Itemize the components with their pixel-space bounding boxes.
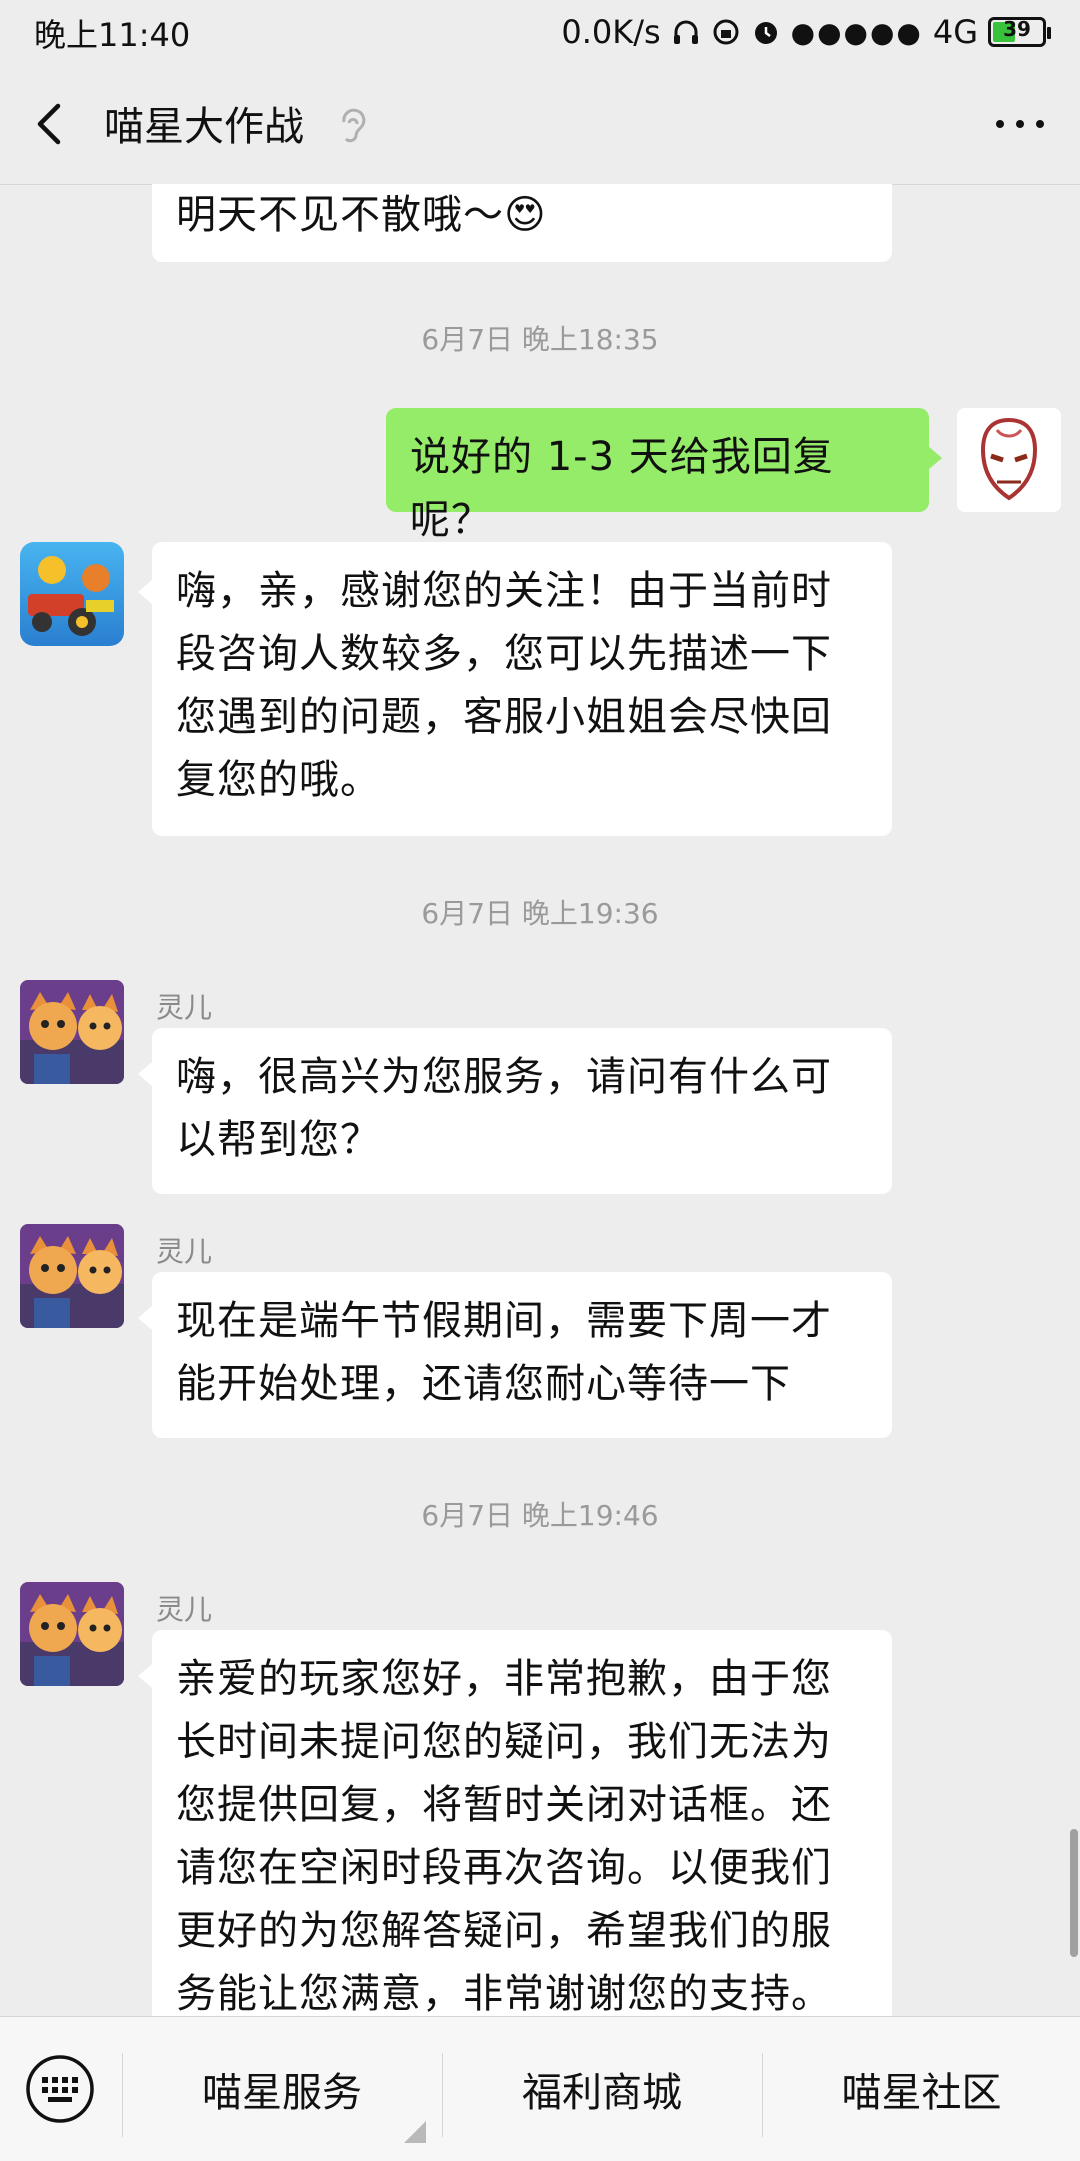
network-type: 4G bbox=[932, 13, 978, 51]
keyboard-icon[interactable] bbox=[24, 2053, 96, 2125]
net-speed: 0.0K/s bbox=[561, 13, 661, 51]
battery-icon: 39 bbox=[988, 17, 1051, 47]
sender-name: 灵儿 bbox=[156, 1593, 213, 1626]
cat-avatar-icon bbox=[20, 980, 124, 1084]
agent-avatar[interactable] bbox=[20, 1582, 124, 1686]
message-timestamp: 6月7日 晚上18:35 bbox=[421, 323, 659, 356]
bubble-tail bbox=[138, 1306, 152, 1330]
bubble-tail bbox=[928, 446, 942, 470]
message-bubble[interactable]: 嗨，很高兴为您服务，请问有什么可以帮到您？ bbox=[152, 1028, 892, 1194]
chat-title: 喵星大作战 bbox=[104, 104, 304, 150]
message-text: 现在是端午节假期间，需要下周一才能开始处理，还请您耐心等待一下 bbox=[176, 1298, 832, 1407]
submenu-indicator bbox=[404, 2121, 426, 2143]
nav-bar: 喵星大作战 bbox=[0, 64, 1080, 185]
rotation-lock-icon bbox=[713, 19, 739, 45]
bubble-tail bbox=[138, 1664, 152, 1688]
alarm-icon bbox=[754, 22, 777, 44]
message-text: 嗨，亲，感谢您的关注！由于当前时段咨询人数较多，您可以先描述一下您遇到的问题，客… bbox=[176, 568, 832, 803]
message-bubble-sent[interactable]: 说好的 1-3 天给我回复呢？ bbox=[386, 408, 929, 543]
message-text: 说好的 1-3 天给我回复呢？ bbox=[410, 434, 834, 543]
agent-avatar[interactable] bbox=[20, 1224, 124, 1328]
my-avatar[interactable] bbox=[957, 408, 1061, 512]
message-timestamp: 6月7日 晚上19:46 bbox=[421, 1499, 659, 1532]
status-time: 晚上11:40 bbox=[34, 16, 191, 54]
bubble-tail bbox=[138, 580, 152, 604]
status-icons: 0.0K/s ●●●●● 4G 39 bbox=[561, 10, 1051, 54]
official-account-avatar[interactable] bbox=[20, 542, 124, 646]
message-bubble[interactable]: 亲爱的玩家您好，非常抱歉，由于您长时间未提问您的疑问，我们无法为您提供回复，将暂… bbox=[152, 1630, 892, 2016]
sender-name: 灵儿 bbox=[156, 991, 213, 1024]
menu-item-shop[interactable]: 福利商城 bbox=[443, 2017, 761, 2161]
ironman-mask-icon bbox=[957, 408, 1061, 512]
agent-avatar[interactable] bbox=[20, 980, 124, 1084]
bottom-menu-bar: 喵星服务 福利商城 喵星社区 bbox=[0, 2016, 1080, 2161]
message-text: 亲爱的玩家您好，非常抱歉，由于您长时间未提问您的疑问，我们无法为您提供回复，将暂… bbox=[176, 1656, 832, 2016]
menu-item-community[interactable]: 喵星社区 bbox=[763, 2017, 1080, 2161]
message-timestamp: 6月7日 晚上19:36 bbox=[421, 897, 659, 930]
cat-avatar-icon bbox=[20, 1582, 124, 1686]
message-bubble[interactable]: 现在是端午节假期间，需要下周一才能开始处理，还请您耐心等待一下 bbox=[152, 1272, 892, 1438]
bubble-tail bbox=[138, 1062, 152, 1086]
more-options-icon[interactable] bbox=[990, 104, 1050, 144]
battery-level: 39 bbox=[1003, 17, 1031, 41]
message-bubble[interactable]: 明天不见不散哦～😍 bbox=[152, 184, 892, 262]
status-bar: 晚上11:40 0.0K/s ●●●●● 4G 39 bbox=[0, 0, 1080, 64]
back-arrow-icon[interactable] bbox=[28, 94, 68, 154]
cat-avatar-icon bbox=[20, 1224, 124, 1328]
chat-area[interactable]: 明天不见不散哦～😍 6月7日 晚上18:35 说好的 1-3 天给我回复呢？ 嗨… bbox=[0, 184, 1080, 2016]
message-bubble[interactable]: 嗨，亲，感谢您的关注！由于当前时段咨询人数较多，您可以先描述一下您遇到的问题，客… bbox=[152, 542, 892, 836]
signal-dots: ●●●●● bbox=[790, 15, 923, 49]
earpiece-mode-icon bbox=[342, 108, 366, 143]
game-logo-icon bbox=[20, 542, 124, 646]
menu-item-service[interactable]: 喵星服务 bbox=[123, 2017, 441, 2161]
headphone-icon bbox=[673, 20, 698, 44]
message-text: 嗨，很高兴为您服务，请问有什么可以帮到您？ bbox=[176, 1054, 832, 1163]
scrollbar[interactable] bbox=[1070, 1829, 1078, 1957]
message-text: 明天不见不散哦～😍 bbox=[176, 192, 547, 238]
sender-name: 灵儿 bbox=[156, 1235, 213, 1268]
